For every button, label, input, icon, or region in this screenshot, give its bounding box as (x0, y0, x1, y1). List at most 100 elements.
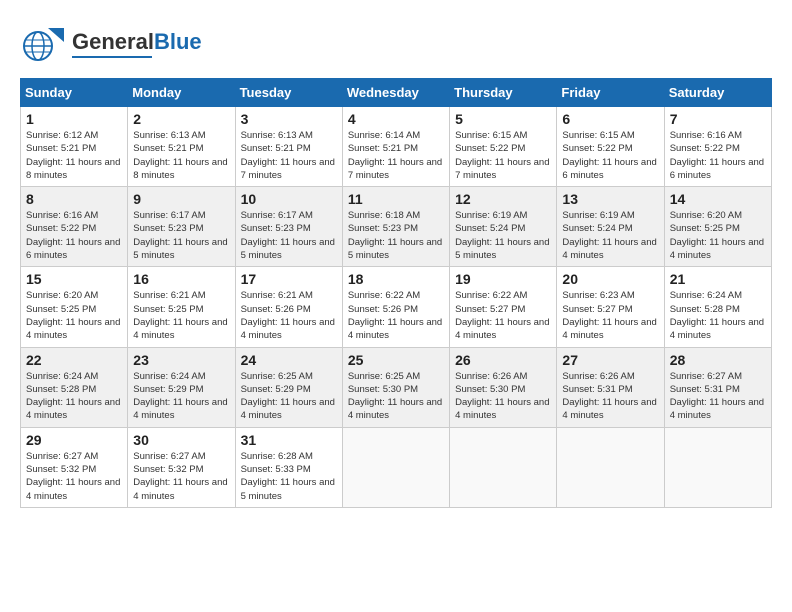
day-info: Sunrise: 6:28 AMSunset: 5:33 PMDaylight:… (241, 450, 337, 503)
day-info: Sunrise: 6:24 AMSunset: 5:28 PMDaylight:… (26, 370, 122, 423)
calendar-cell: 9 Sunrise: 6:17 AMSunset: 5:23 PMDayligh… (128, 187, 235, 267)
weekday-header-tuesday: Tuesday (235, 79, 342, 107)
weekday-header-friday: Friday (557, 79, 664, 107)
calendar-cell (664, 427, 771, 507)
logo-text: GeneralBlue (72, 30, 202, 58)
calendar-cell: 15 Sunrise: 6:20 AMSunset: 5:25 PMDaylig… (21, 267, 128, 347)
calendar-cell: 7 Sunrise: 6:16 AMSunset: 5:22 PMDayligh… (664, 107, 771, 187)
weekday-header-saturday: Saturday (664, 79, 771, 107)
calendar-cell (450, 427, 557, 507)
calendar-cell: 29 Sunrise: 6:27 AMSunset: 5:32 PMDaylig… (21, 427, 128, 507)
day-number: 31 (241, 432, 337, 448)
calendar-week-2: 8 Sunrise: 6:16 AMSunset: 5:22 PMDayligh… (21, 187, 772, 267)
day-info: Sunrise: 6:26 AMSunset: 5:30 PMDaylight:… (455, 370, 551, 423)
calendar-cell: 20 Sunrise: 6:23 AMSunset: 5:27 PMDaylig… (557, 267, 664, 347)
day-number: 10 (241, 191, 337, 207)
day-info: Sunrise: 6:23 AMSunset: 5:27 PMDaylight:… (562, 289, 658, 342)
day-info: Sunrise: 6:19 AMSunset: 5:24 PMDaylight:… (455, 209, 551, 262)
day-info: Sunrise: 6:27 AMSunset: 5:31 PMDaylight:… (670, 370, 766, 423)
calendar-cell: 18 Sunrise: 6:22 AMSunset: 5:26 PMDaylig… (342, 267, 449, 347)
day-info: Sunrise: 6:16 AMSunset: 5:22 PMDaylight:… (26, 209, 122, 262)
day-info: Sunrise: 6:21 AMSunset: 5:26 PMDaylight:… (241, 289, 337, 342)
calendar-cell: 8 Sunrise: 6:16 AMSunset: 5:22 PMDayligh… (21, 187, 128, 267)
day-number: 12 (455, 191, 551, 207)
calendar-cell: 21 Sunrise: 6:24 AMSunset: 5:28 PMDaylig… (664, 267, 771, 347)
calendar-cell: 27 Sunrise: 6:26 AMSunset: 5:31 PMDaylig… (557, 347, 664, 427)
day-info: Sunrise: 6:15 AMSunset: 5:22 PMDaylight:… (562, 129, 658, 182)
day-info: Sunrise: 6:17 AMSunset: 5:23 PMDaylight:… (133, 209, 229, 262)
calendar-cell (557, 427, 664, 507)
day-info: Sunrise: 6:14 AMSunset: 5:21 PMDaylight:… (348, 129, 444, 182)
weekday-header-thursday: Thursday (450, 79, 557, 107)
day-number: 29 (26, 432, 122, 448)
day-number: 20 (562, 271, 658, 287)
day-info: Sunrise: 6:27 AMSunset: 5:32 PMDaylight:… (133, 450, 229, 503)
day-info: Sunrise: 6:17 AMSunset: 5:23 PMDaylight:… (241, 209, 337, 262)
day-info: Sunrise: 6:12 AMSunset: 5:21 PMDaylight:… (26, 129, 122, 182)
calendar-cell: 10 Sunrise: 6:17 AMSunset: 5:23 PMDaylig… (235, 187, 342, 267)
day-info: Sunrise: 6:22 AMSunset: 5:26 PMDaylight:… (348, 289, 444, 342)
calendar-cell: 16 Sunrise: 6:21 AMSunset: 5:25 PMDaylig… (128, 267, 235, 347)
day-number: 26 (455, 352, 551, 368)
day-number: 8 (26, 191, 122, 207)
calendar-week-3: 15 Sunrise: 6:20 AMSunset: 5:25 PMDaylig… (21, 267, 772, 347)
day-number: 19 (455, 271, 551, 287)
day-info: Sunrise: 6:13 AMSunset: 5:21 PMDaylight:… (133, 129, 229, 182)
calendar-cell: 31 Sunrise: 6:28 AMSunset: 5:33 PMDaylig… (235, 427, 342, 507)
day-info: Sunrise: 6:25 AMSunset: 5:30 PMDaylight:… (348, 370, 444, 423)
day-number: 1 (26, 111, 122, 127)
logo: GeneralBlue (20, 20, 202, 68)
calendar-cell: 2 Sunrise: 6:13 AMSunset: 5:21 PMDayligh… (128, 107, 235, 187)
calendar-week-4: 22 Sunrise: 6:24 AMSunset: 5:28 PMDaylig… (21, 347, 772, 427)
day-number: 22 (26, 352, 122, 368)
calendar-cell: 28 Sunrise: 6:27 AMSunset: 5:31 PMDaylig… (664, 347, 771, 427)
calendar-body: 1 Sunrise: 6:12 AMSunset: 5:21 PMDayligh… (21, 107, 772, 508)
day-info: Sunrise: 6:26 AMSunset: 5:31 PMDaylight:… (562, 370, 658, 423)
day-info: Sunrise: 6:27 AMSunset: 5:32 PMDaylight:… (26, 450, 122, 503)
day-number: 27 (562, 352, 658, 368)
calendar-cell: 23 Sunrise: 6:24 AMSunset: 5:29 PMDaylig… (128, 347, 235, 427)
day-info: Sunrise: 6:21 AMSunset: 5:25 PMDaylight:… (133, 289, 229, 342)
logo-icon (20, 20, 68, 68)
calendar-cell: 1 Sunrise: 6:12 AMSunset: 5:21 PMDayligh… (21, 107, 128, 187)
page-header: GeneralBlue (20, 20, 772, 68)
day-info: Sunrise: 6:18 AMSunset: 5:23 PMDaylight:… (348, 209, 444, 262)
day-number: 7 (670, 111, 766, 127)
calendar-cell: 19 Sunrise: 6:22 AMSunset: 5:27 PMDaylig… (450, 267, 557, 347)
day-number: 6 (562, 111, 658, 127)
calendar-cell: 30 Sunrise: 6:27 AMSunset: 5:32 PMDaylig… (128, 427, 235, 507)
day-number: 2 (133, 111, 229, 127)
calendar-cell: 25 Sunrise: 6:25 AMSunset: 5:30 PMDaylig… (342, 347, 449, 427)
day-number: 17 (241, 271, 337, 287)
day-number: 4 (348, 111, 444, 127)
calendar-cell: 24 Sunrise: 6:25 AMSunset: 5:29 PMDaylig… (235, 347, 342, 427)
day-number: 9 (133, 191, 229, 207)
day-info: Sunrise: 6:20 AMSunset: 5:25 PMDaylight:… (670, 209, 766, 262)
calendar-week-5: 29 Sunrise: 6:27 AMSunset: 5:32 PMDaylig… (21, 427, 772, 507)
day-number: 25 (348, 352, 444, 368)
weekday-header-monday: Monday (128, 79, 235, 107)
weekday-header-wednesday: Wednesday (342, 79, 449, 107)
calendar-cell: 5 Sunrise: 6:15 AMSunset: 5:22 PMDayligh… (450, 107, 557, 187)
calendar-cell: 6 Sunrise: 6:15 AMSunset: 5:22 PMDayligh… (557, 107, 664, 187)
calendar-cell: 12 Sunrise: 6:19 AMSunset: 5:24 PMDaylig… (450, 187, 557, 267)
day-number: 28 (670, 352, 766, 368)
day-number: 18 (348, 271, 444, 287)
day-number: 23 (133, 352, 229, 368)
day-number: 21 (670, 271, 766, 287)
calendar-cell: 14 Sunrise: 6:20 AMSunset: 5:25 PMDaylig… (664, 187, 771, 267)
calendar-cell: 13 Sunrise: 6:19 AMSunset: 5:24 PMDaylig… (557, 187, 664, 267)
day-number: 11 (348, 191, 444, 207)
calendar-week-1: 1 Sunrise: 6:12 AMSunset: 5:21 PMDayligh… (21, 107, 772, 187)
calendar-table: SundayMondayTuesdayWednesdayThursdayFrid… (20, 78, 772, 508)
day-number: 5 (455, 111, 551, 127)
day-info: Sunrise: 6:20 AMSunset: 5:25 PMDaylight:… (26, 289, 122, 342)
weekday-header-sunday: Sunday (21, 79, 128, 107)
day-info: Sunrise: 6:19 AMSunset: 5:24 PMDaylight:… (562, 209, 658, 262)
day-info: Sunrise: 6:22 AMSunset: 5:27 PMDaylight:… (455, 289, 551, 342)
calendar-cell: 17 Sunrise: 6:21 AMSunset: 5:26 PMDaylig… (235, 267, 342, 347)
day-number: 30 (133, 432, 229, 448)
day-number: 15 (26, 271, 122, 287)
day-number: 3 (241, 111, 337, 127)
calendar-cell: 4 Sunrise: 6:14 AMSunset: 5:21 PMDayligh… (342, 107, 449, 187)
